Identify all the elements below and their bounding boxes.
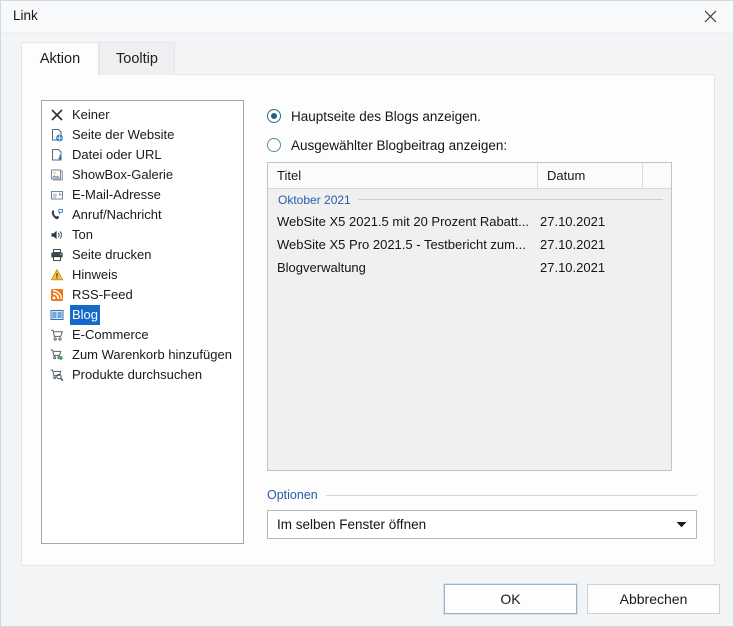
options-title: Optionen bbox=[267, 488, 318, 502]
radio-hauptseite-des-blogs[interactable] bbox=[267, 109, 281, 123]
column-header-datum[interactable]: Datum bbox=[538, 163, 643, 188]
list-item-produkte-durchsuchen[interactable]: Produkte durchsuchen bbox=[42, 365, 243, 385]
table-header-row: Titel Datum bbox=[268, 163, 671, 189]
cart-icon bbox=[48, 327, 65, 343]
list-item-datei-oder-url[interactable]: Datei oder URL bbox=[42, 145, 243, 165]
list-item-email-adresse[interactable]: E-Mail-Adresse bbox=[42, 185, 243, 205]
close-icon[interactable] bbox=[687, 1, 733, 32]
list-item-ton[interactable]: Ton bbox=[42, 225, 243, 245]
list-item-label: RSS-Feed bbox=[72, 287, 133, 302]
table-row[interactable]: WebSite X5 Pro 2021.5 - Testbericht zum.… bbox=[268, 233, 671, 256]
radio-ausgewaehlter-blogbeitrag-label: Ausgewählter Blogbeitrag anzeigen: bbox=[291, 137, 508, 153]
list-item-label: E-Commerce bbox=[72, 327, 149, 342]
tab-aktion-label: Aktion bbox=[39, 51, 81, 67]
cell-date: 27.10.2021 bbox=[540, 214, 606, 229]
cell-date: 27.10.2021 bbox=[540, 260, 606, 275]
list-item-label: Anruf/Nachricht bbox=[72, 207, 162, 222]
tab-content-panel: Keiner Seite der Website Datei oder URL … bbox=[21, 74, 715, 566]
rss-icon bbox=[48, 287, 65, 303]
radio-row-ausgewaehlter-blogbeitrag[interactable]: Ausgewählter Blogbeitrag anzeigen: bbox=[267, 134, 697, 156]
list-item-label: Seite der Website bbox=[72, 127, 175, 142]
cancel-button-label: Abbrechen bbox=[619, 591, 688, 607]
cell-title: WebSite X5 Pro 2021.5 - Testbericht zum.… bbox=[277, 237, 526, 252]
table-row[interactable]: Blogverwaltung 27.10.2021 bbox=[268, 256, 671, 279]
column-header-spare bbox=[643, 163, 671, 188]
ok-button-label: OK bbox=[500, 591, 521, 607]
cell-title: WebSite X5 2021.5 mit 20 Prozent Rabatt.… bbox=[277, 214, 529, 229]
file-download-icon bbox=[48, 147, 65, 163]
table-group-label: Oktober 2021 bbox=[278, 192, 351, 207]
list-item-hinweis[interactable]: Hinweis bbox=[42, 265, 243, 285]
list-item-seite-drucken[interactable]: Seite drucken bbox=[42, 245, 243, 265]
list-item-label: Seite drucken bbox=[72, 247, 152, 262]
phone-message-icon bbox=[48, 207, 65, 223]
cart-search-icon bbox=[48, 367, 65, 383]
tab-tooltip[interactable]: Tooltip bbox=[99, 42, 175, 75]
cross-icon bbox=[48, 107, 65, 123]
link-dialog-window: Link Aktion Tooltip Keiner Seite der Web… bbox=[0, 0, 734, 627]
list-item-anruf-nachricht[interactable]: Anruf/Nachricht bbox=[42, 205, 243, 225]
list-item-label: Keiner bbox=[72, 107, 110, 122]
target-window-value: Im selben Fenster öffnen bbox=[277, 517, 427, 532]
printer-icon bbox=[48, 247, 65, 263]
list-item-keiner[interactable]: Keiner bbox=[42, 105, 243, 125]
page-globe-icon bbox=[48, 127, 65, 143]
radio-ausgewaehlter-blogbeitrag[interactable] bbox=[267, 138, 281, 152]
warning-icon bbox=[48, 267, 65, 283]
envelope-icon bbox=[48, 187, 65, 203]
blog-posts-table[interactable]: Titel Datum Oktober 2021 WebSite X5 2021… bbox=[267, 162, 672, 471]
cart-add-icon bbox=[48, 347, 65, 363]
list-item-label: Zum Warenkorb hinzufügen bbox=[72, 347, 232, 362]
radio-hauptseite-label: Hauptseite des Blogs anzeigen. bbox=[291, 108, 481, 124]
cell-title: Blogverwaltung bbox=[277, 260, 366, 275]
tab-tooltip-label: Tooltip bbox=[116, 51, 158, 67]
list-item-zum-warenkorb-hinzufuegen[interactable]: Zum Warenkorb hinzufügen bbox=[42, 345, 243, 365]
list-item-label: Hinweis bbox=[72, 267, 118, 282]
list-item-label: Ton bbox=[72, 227, 93, 242]
list-item-seite-der-website[interactable]: Seite der Website bbox=[42, 125, 243, 145]
window-title: Link bbox=[13, 8, 38, 23]
options-section-header: Optionen bbox=[267, 488, 697, 502]
list-item-rss-feed[interactable]: RSS-Feed bbox=[42, 285, 243, 305]
gallery-icon bbox=[48, 167, 65, 183]
blog-icon bbox=[48, 307, 65, 323]
speaker-icon bbox=[48, 227, 65, 243]
tab-strip: Aktion Tooltip bbox=[21, 42, 715, 75]
list-item-e-commerce[interactable]: E-Commerce bbox=[42, 325, 243, 345]
list-item-label: Datei oder URL bbox=[72, 147, 162, 162]
chevron-down-icon[interactable] bbox=[666, 521, 696, 528]
table-group-header: Oktober 2021 bbox=[268, 189, 671, 210]
title-bar: Link bbox=[1, 1, 733, 33]
list-item-blog[interactable]: Blog bbox=[42, 305, 243, 325]
target-window-dropdown[interactable]: Im selben Fenster öffnen bbox=[267, 510, 697, 539]
list-item-label: Blog bbox=[70, 305, 101, 325]
column-header-titel[interactable]: Titel bbox=[268, 163, 538, 188]
blog-settings-area: Hauptseite des Blogs anzeigen. Ausgewähl… bbox=[265, 100, 697, 544]
group-divider bbox=[357, 199, 663, 200]
cancel-button[interactable]: Abbrechen bbox=[587, 584, 720, 614]
action-type-listbox[interactable]: Keiner Seite der Website Datei oder URL … bbox=[41, 100, 244, 544]
tab-aktion[interactable]: Aktion bbox=[21, 42, 99, 75]
cell-date: 27.10.2021 bbox=[540, 237, 606, 252]
list-item-label: ShowBox-Galerie bbox=[72, 167, 174, 182]
table-row[interactable]: WebSite X5 2021.5 mit 20 Prozent Rabatt.… bbox=[268, 210, 671, 233]
list-item-label: E-Mail-Adresse bbox=[72, 187, 161, 202]
ok-button[interactable]: OK bbox=[444, 584, 577, 614]
options-divider bbox=[325, 494, 697, 496]
list-item-showbox-galerie[interactable]: ShowBox-Galerie bbox=[42, 165, 243, 185]
radio-row-hauptseite[interactable]: Hauptseite des Blogs anzeigen. bbox=[267, 105, 697, 127]
list-item-label: Produkte durchsuchen bbox=[72, 367, 203, 382]
